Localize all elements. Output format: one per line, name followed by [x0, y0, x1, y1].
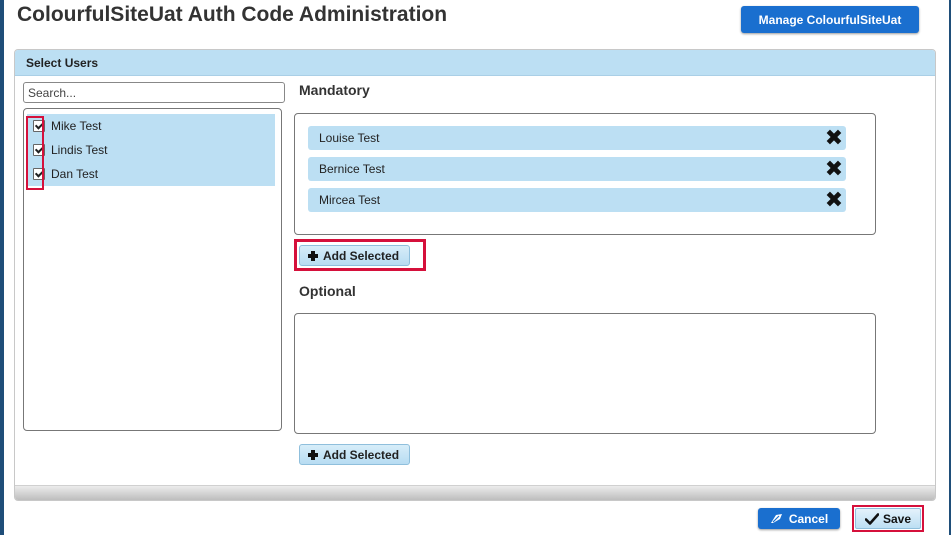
panel-header: Select Users	[15, 50, 935, 76]
user-checkbox[interactable]	[33, 120, 45, 132]
cancel-icon	[770, 514, 782, 523]
add-selected-optional-button[interactable]: Add Selected	[299, 444, 411, 465]
add-selected-label: Add Selected	[323, 447, 400, 462]
user-name: Mike Test	[51, 119, 102, 133]
mandatory-selected-box: Louise Test ✖ Bernice Test ✖ Mircea Test…	[294, 113, 876, 235]
user-list-item[interactable]: Mike Test	[27, 114, 275, 138]
plus-icon	[308, 449, 318, 460]
chip-label: Louise Test	[319, 131, 380, 145]
checkmark-icon	[864, 512, 879, 525]
close-icon[interactable]: ✖	[822, 188, 846, 212]
user-list-item[interactable]: Lindis Test	[27, 138, 275, 162]
user-checkbox[interactable]	[33, 168, 45, 180]
window-left-edge	[0, 0, 4, 535]
user-list[interactable]: Mike Test Lindis Test Dan Test	[23, 108, 282, 431]
mandatory-chip: Louise Test ✖	[308, 126, 846, 150]
user-checkbox[interactable]	[33, 144, 45, 156]
plus-icon	[308, 250, 318, 261]
save-button[interactable]: Save	[855, 508, 921, 529]
search-input[interactable]	[23, 82, 285, 103]
optional-selected-box	[294, 313, 876, 434]
optional-heading: Optional	[299, 283, 356, 299]
cancel-button[interactable]: Cancel	[758, 508, 840, 529]
add-selected-mandatory-button[interactable]: Add Selected	[299, 245, 411, 266]
cancel-label: Cancel	[788, 511, 829, 526]
select-users-panel: Select Users Mike Test Lindis Test Dan T…	[14, 49, 936, 501]
mandatory-heading: Mandatory	[299, 82, 370, 98]
save-label: Save	[882, 511, 912, 526]
mandatory-chip: Bernice Test ✖	[308, 157, 846, 181]
chip-label: Bernice Test	[319, 162, 385, 176]
manage-site-button[interactable]: Manage ColourfulSiteUat	[741, 6, 919, 33]
chip-label: Mircea Test	[319, 193, 381, 207]
user-list-item[interactable]: Dan Test	[27, 162, 275, 186]
close-icon[interactable]: ✖	[822, 157, 846, 181]
add-selected-label: Add Selected	[323, 248, 400, 263]
page-title: ColourfulSiteUat Auth Code Administratio…	[17, 3, 448, 26]
user-name: Lindis Test	[51, 143, 108, 157]
close-icon[interactable]: ✖	[822, 126, 846, 150]
panel-footer	[15, 485, 935, 500]
user-name: Dan Test	[51, 167, 99, 181]
mandatory-chip: Mircea Test ✖	[308, 188, 846, 212]
